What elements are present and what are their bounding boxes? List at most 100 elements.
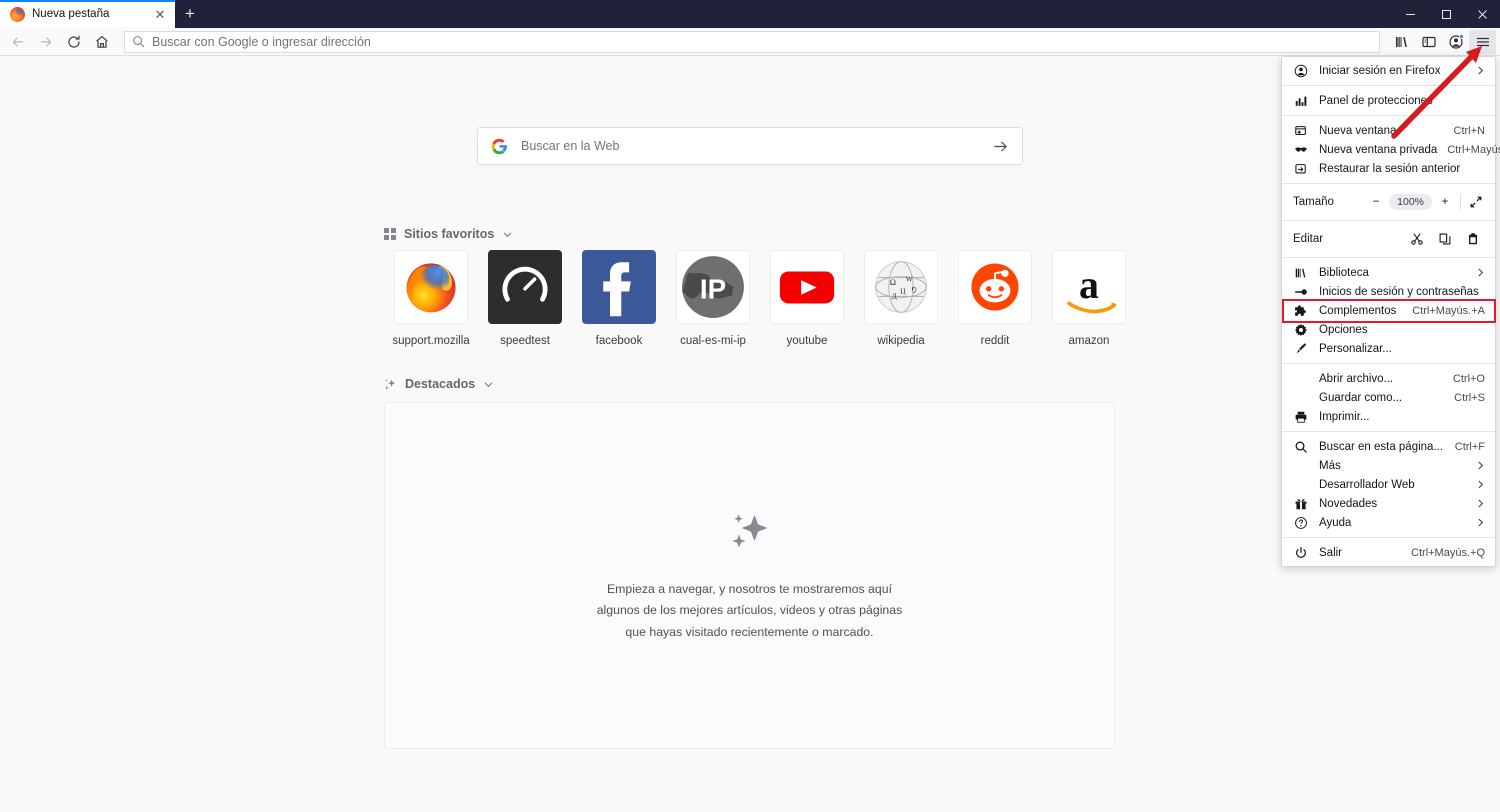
menu-item-protections[interactable]: Panel de protecciones bbox=[1282, 91, 1495, 110]
menu-item-sign-in[interactable]: Iniciar sesión en Firefox bbox=[1282, 61, 1495, 80]
tile-thumbnail: Ω W り Д Ц bbox=[864, 250, 938, 324]
menu-separator bbox=[1282, 115, 1495, 116]
menu-item-more[interactable]: Más bbox=[1282, 456, 1495, 475]
tile-thumbnail bbox=[958, 250, 1032, 324]
menu-item-find-in-page[interactable]: Buscar en esta página... Ctrl+F bbox=[1282, 437, 1495, 456]
restore-session-icon bbox=[1293, 162, 1309, 176]
top-site-tile[interactable]: IP cual-es-mi-ip bbox=[666, 250, 760, 347]
svg-text:Ω: Ω bbox=[890, 277, 896, 287]
sidebar-icon[interactable] bbox=[1415, 30, 1442, 54]
menu-item-logins-passwords[interactable]: Inicios de sesión y contraseñas bbox=[1282, 282, 1495, 301]
close-window-button[interactable] bbox=[1464, 0, 1500, 28]
menu-item-new-window[interactable]: Nueva ventana Ctrl+N bbox=[1282, 121, 1495, 140]
title-bar: Nueva pestaña ✕ + bbox=[0, 0, 1500, 28]
paste-clipboard-icon[interactable] bbox=[1459, 228, 1487, 250]
menu-separator bbox=[1282, 220, 1495, 221]
menu-item-quit[interactable]: Salir Ctrl+Mayús.+Q bbox=[1282, 543, 1495, 562]
zoom-in-button[interactable]: + bbox=[1432, 191, 1458, 213]
menu-item-shortcut: Ctrl+O bbox=[1452, 372, 1485, 385]
home-icon[interactable] bbox=[88, 30, 116, 54]
top-sites-label: Sitios favoritos bbox=[404, 227, 495, 241]
svg-text:Д: Д bbox=[892, 291, 897, 300]
account-notification-dot bbox=[1459, 33, 1464, 39]
puzzle-piece-icon bbox=[1293, 304, 1309, 318]
tile-label: youtube bbox=[786, 335, 828, 347]
tile-thumbnail bbox=[488, 250, 562, 324]
menu-item-options[interactable]: Opciones bbox=[1282, 320, 1495, 339]
menu-item-label: Más bbox=[1319, 459, 1341, 472]
menu-item-label: Restaurar la sesión anterior bbox=[1319, 162, 1461, 175]
reload-icon[interactable] bbox=[60, 30, 88, 54]
top-site-tile[interactable]: Ω W り Д Ц wikipedia bbox=[854, 250, 948, 347]
chevron-down-icon[interactable] bbox=[502, 229, 513, 240]
tile-label: cual-es-mi-ip bbox=[680, 335, 746, 347]
menu-item-customize[interactable]: Personalizar... bbox=[1282, 339, 1495, 358]
cut-scissors-icon[interactable] bbox=[1403, 228, 1431, 250]
menu-item-new-private-window[interactable]: Nueva ventana privada Ctrl+Mayús.+P bbox=[1282, 140, 1500, 159]
top-sites-heading[interactable]: Sitios favoritos bbox=[384, 227, 513, 241]
zoom-out-button[interactable]: − bbox=[1363, 191, 1389, 213]
app-menu-panel: Iniciar sesión en Firefox Panel de prote… bbox=[1281, 56, 1500, 567]
top-site-tile[interactable]: a amazon bbox=[1042, 250, 1136, 347]
facebook-f bbox=[603, 262, 631, 317]
chevron-right-icon bbox=[1476, 268, 1485, 277]
zoom-level-value[interactable]: 100% bbox=[1389, 194, 1432, 210]
empty-line: algunos de los mejores artículos, videos… bbox=[596, 603, 903, 618]
copy-icon[interactable] bbox=[1431, 228, 1459, 250]
top-site-tile[interactable]: speedtest bbox=[478, 250, 572, 347]
back-arrow-icon[interactable] bbox=[4, 30, 32, 54]
svg-text:W: W bbox=[906, 274, 914, 283]
address-bar[interactable]: Buscar con Google o ingresar dirección bbox=[124, 30, 1380, 53]
library-icon[interactable] bbox=[1388, 30, 1415, 54]
tab-title: Nueva pestaña bbox=[32, 8, 110, 20]
maximize-button[interactable] bbox=[1428, 0, 1464, 28]
new-window-icon bbox=[1293, 124, 1309, 138]
fullscreen-icon[interactable] bbox=[1463, 191, 1489, 213]
tile-thumbnail bbox=[394, 250, 468, 324]
menu-item-addons[interactable]: Complementos Ctrl+Mayús.+A bbox=[1282, 301, 1495, 320]
account-icon[interactable] bbox=[1442, 30, 1469, 54]
top-site-tile[interactable]: youtube bbox=[760, 250, 854, 347]
menu-item-label: Opciones bbox=[1319, 323, 1368, 336]
chevron-right-icon bbox=[1476, 480, 1485, 489]
menu-separator bbox=[1282, 363, 1495, 364]
menu-separator bbox=[1282, 537, 1495, 538]
forward-arrow-icon[interactable] bbox=[32, 30, 60, 54]
menu-item-help[interactable]: Ayuda bbox=[1282, 513, 1495, 532]
top-site-tile[interactable]: reddit bbox=[948, 250, 1042, 347]
highlights-heading[interactable]: Destacados bbox=[384, 377, 494, 391]
menu-item-print[interactable]: Imprimir... bbox=[1282, 407, 1495, 426]
tile-label: reddit bbox=[980, 335, 1010, 347]
menu-item-web-developer[interactable]: Desarrollador Web bbox=[1282, 475, 1495, 494]
chevron-right-icon bbox=[1476, 66, 1485, 75]
menu-item-whats-new[interactable]: Novedades bbox=[1282, 494, 1495, 513]
browser-tab[interactable]: Nueva pestaña ✕ bbox=[0, 0, 175, 28]
web-search-input[interactable]: Buscar en la Web bbox=[477, 127, 1023, 165]
chevron-down-icon[interactable] bbox=[483, 379, 494, 390]
close-tab-icon[interactable]: ✕ bbox=[151, 5, 169, 23]
menu-item-label: Desarrollador Web bbox=[1319, 478, 1415, 491]
private-mask-icon bbox=[1293, 143, 1309, 157]
minimize-button[interactable] bbox=[1392, 0, 1428, 28]
library-books-icon bbox=[1293, 266, 1309, 280]
zoom-label: Tamaño bbox=[1293, 196, 1334, 208]
menu-item-shortcut: Ctrl+Mayús.+Q bbox=[1411, 546, 1485, 559]
zoom-controls-row: Tamaño − 100% + bbox=[1282, 189, 1495, 215]
top-site-tile[interactable]: support.mozilla bbox=[384, 250, 478, 347]
help-circle-icon bbox=[1293, 516, 1309, 530]
address-bar-placeholder: Buscar con Google o ingresar dirección bbox=[152, 34, 371, 49]
key-icon bbox=[1293, 285, 1309, 299]
top-site-tile[interactable]: facebook bbox=[572, 250, 666, 347]
divider bbox=[1460, 194, 1461, 210]
new-tab-button[interactable]: + bbox=[175, 0, 205, 28]
menu-item-save-as[interactable]: Guardar como... Ctrl+S bbox=[1282, 388, 1495, 407]
menu-item-open-file[interactable]: Abrir archivo... Ctrl+O bbox=[1282, 369, 1495, 388]
menu-item-library[interactable]: Biblioteca bbox=[1282, 263, 1495, 282]
tile-label: support.mozilla bbox=[392, 335, 470, 347]
menu-item-restore-session[interactable]: Restaurar la sesión anterior bbox=[1282, 159, 1495, 178]
svg-text:り: り bbox=[910, 286, 918, 295]
tile-thumbnail bbox=[582, 250, 656, 324]
menu-item-label: Ayuda bbox=[1319, 516, 1352, 529]
hamburger-menu-icon[interactable] bbox=[1469, 29, 1496, 54]
arrow-right-icon[interactable] bbox=[992, 138, 1009, 155]
